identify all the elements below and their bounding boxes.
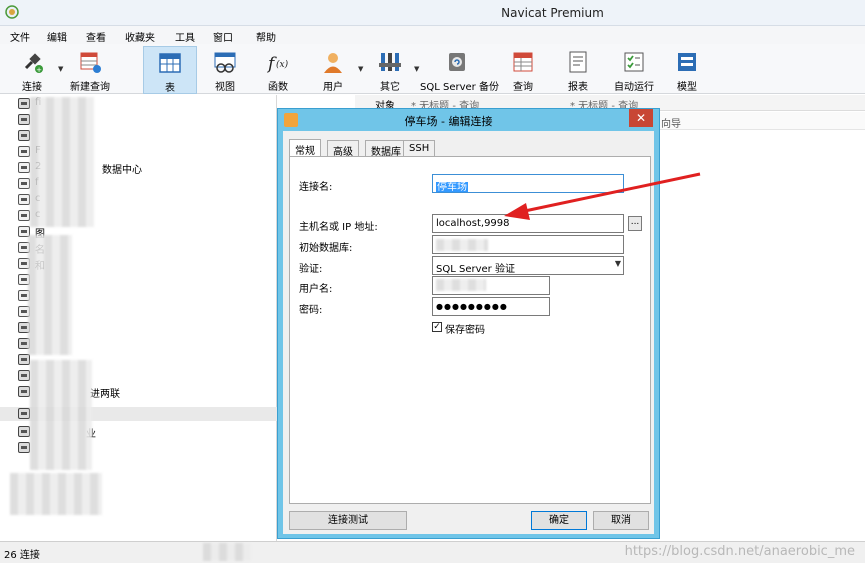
tab-general[interactable]: 常规 <box>289 139 321 157</box>
password-label: 密码: <box>299 305 323 316</box>
svg-text:(x): (x) <box>276 59 289 70</box>
blurred-region <box>203 543 251 561</box>
dialog-title-bar[interactable]: 停车场 - 编辑连接 ✕ <box>278 109 659 131</box>
connection-icon <box>18 354 30 365</box>
connection-icon <box>18 426 30 437</box>
auth-select[interactable]: SQL Server 验证 ▼ <box>432 256 624 275</box>
connection-icon <box>18 114 30 125</box>
menu-edit[interactable]: 编辑 <box>47 29 67 44</box>
user-icon <box>324 53 342 73</box>
test-connection-button[interactable]: 连接测试 <box>289 511 407 530</box>
new-query-icon <box>80 52 101 73</box>
user-dropdown-icon[interactable]: ▼ <box>358 65 363 73</box>
tools-icon <box>379 53 401 71</box>
cancel-button[interactable]: 取消 <box>593 511 649 530</box>
new-query-button[interactable]: 新建查询 <box>66 46 114 94</box>
blurred-region <box>30 360 92 470</box>
general-panel: 连接名: 停车场 主机名或 IP 地址: localhost,9998 ... … <box>289 156 651 504</box>
watermark-text: https://blog.csdn.net/anaerobic_me <box>624 544 855 559</box>
automation-icon <box>624 52 644 72</box>
connection-icon <box>18 386 30 397</box>
connection-name-input[interactable]: 停车场 <box>432 174 624 193</box>
app-title: Navicat Premium <box>501 6 604 20</box>
query-icon <box>513 52 533 72</box>
menu-window[interactable]: 窗口 <box>213 29 233 44</box>
view-icon <box>214 52 236 73</box>
wizard-label[interactable]: 向导 <box>661 115 681 130</box>
other-button[interactable]: 其它 <box>370 46 410 94</box>
blurred-region <box>436 279 486 291</box>
dialog-title: 停车场 - 编辑连接 <box>404 115 493 128</box>
tab-advanced[interactable]: 高级 <box>327 140 359 158</box>
save-password-checkbox[interactable]: ✓ <box>432 322 442 332</box>
connection-icon <box>18 146 30 157</box>
dialog-body: 常规 高级 数据库 SSH 连接名: 停车场 主机名或 IP 地址: local… <box>283 131 654 534</box>
menu-tools[interactable]: 工具 <box>175 29 195 44</box>
plug-icon: + <box>24 53 43 74</box>
menu-help[interactable]: 帮助 <box>256 29 276 44</box>
chevron-down-icon: ▼ <box>614 259 621 268</box>
connection-icon <box>18 442 30 453</box>
svg-text:+: + <box>36 66 42 74</box>
menu-file[interactable]: 文件 <box>10 29 30 44</box>
report-button[interactable]: 报表 <box>558 46 598 94</box>
host-browse-button[interactable]: ... <box>628 216 642 231</box>
toolbar: + 连接 ▼ 新建查询 表 视图 f (x) 函数 用户 ▼ 其它 ▼ SQL … <box>0 44 865 94</box>
table-icon <box>159 53 181 73</box>
menu-bar: 文件 编辑 查看 收藏夹 工具 窗口 帮助 <box>0 26 865 44</box>
connection-icon <box>18 162 30 173</box>
connection-icon <box>18 408 30 419</box>
connection-icon <box>18 370 30 381</box>
backup-icon <box>449 53 465 71</box>
blurred-region <box>436 239 488 251</box>
host-label: 主机名或 IP 地址: <box>299 222 378 233</box>
username-label: 用户名: <box>299 284 333 295</box>
connection-icon <box>18 194 30 205</box>
connection-name-label: 连接名: <box>299 182 333 193</box>
connection-icon <box>18 130 30 141</box>
blurred-region <box>30 97 94 227</box>
function-button[interactable]: f (x) 函数 <box>258 46 298 94</box>
connection-count: 26 连接 <box>4 550 40 561</box>
connection-icon <box>18 98 30 109</box>
tab-ssh[interactable]: SSH <box>403 140 436 156</box>
model-button[interactable]: 模型 <box>667 46 707 94</box>
automation-button[interactable]: 自动运行 <box>610 46 658 94</box>
menu-favorites[interactable]: 收藏夹 <box>125 29 155 44</box>
report-icon <box>569 51 587 73</box>
query-button[interactable]: 查询 <box>503 46 543 94</box>
function-icon: f (x) <box>266 54 289 74</box>
status-bar: 26 连接 https://blog.csdn.net/anaerobic_me <box>0 541 865 563</box>
connection-tree: fi F 2数据中心 f c c 图 名 和 进两联 业 <box>0 95 277 541</box>
view-button[interactable]: 视图 <box>205 46 245 94</box>
host-input[interactable]: localhost,9998 <box>432 214 624 233</box>
password-input[interactable]: ●●●●●●●●● <box>432 297 550 316</box>
connect-dropdown-icon[interactable]: ▼ <box>58 65 63 73</box>
blurred-region <box>10 473 102 515</box>
edit-connection-dialog: 停车场 - 编辑连接 ✕ 常规 高级 数据库 SSH 连接名: 停车场 主机名或… <box>277 108 660 539</box>
connection-icon <box>18 178 30 189</box>
tab-databases[interactable]: 数据库 <box>365 140 407 158</box>
app-title-bar: Navicat Premium <box>0 0 865 26</box>
connection-icon <box>18 210 30 221</box>
menu-view[interactable]: 查看 <box>86 29 106 44</box>
close-button[interactable]: ✕ <box>629 109 653 127</box>
initial-database-label: 初始数据库: <box>299 243 353 254</box>
connect-button[interactable]: + 连接 <box>12 46 52 94</box>
user-button[interactable]: 用户 <box>313 46 353 94</box>
table-button[interactable]: 表 <box>143 46 197 94</box>
other-dropdown-icon[interactable]: ▼ <box>414 65 419 73</box>
ok-button[interactable]: 确定 <box>531 511 587 530</box>
save-password-label: 保存密码 <box>445 325 485 336</box>
blurred-region <box>28 235 72 355</box>
auth-label: 验证: <box>299 264 323 275</box>
sql-server-backup-button[interactable]: SQL Server 备份 <box>420 46 499 94</box>
model-icon <box>678 53 696 71</box>
